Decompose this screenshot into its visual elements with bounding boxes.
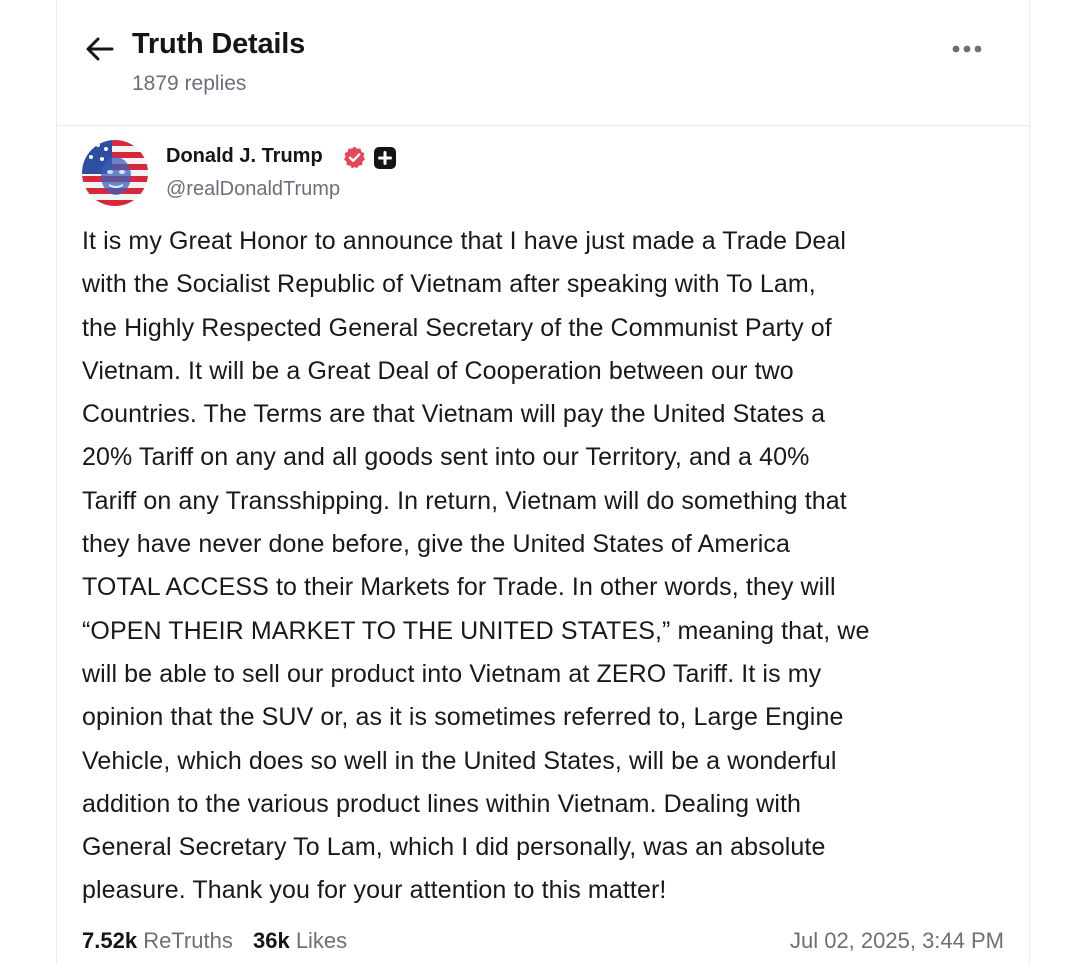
likes-stat[interactable]: 36k Likes — [253, 928, 347, 954]
post-timestamp: Jul 02, 2025, 3:44 PM — [789, 928, 1004, 953]
author-handle[interactable]: @realDonaldTrump — [166, 178, 340, 201]
page-header: Truth Details 1879 replies — [83, 24, 993, 104]
likes-count: 36k — [252, 928, 290, 953]
retruths-count: 7.52k — [82, 928, 138, 953]
page-title: Truth Details — [132, 28, 306, 60]
post-stats: 7.52k ReTruths 36k Likes — [82, 928, 361, 954]
retruths-label: ReTruths — [143, 928, 233, 953]
verified-badge-icon — [344, 146, 365, 169]
arrow-left-icon — [86, 37, 114, 61]
plus-badge-icon — [374, 147, 396, 169]
more-horizontal-icon — [952, 45, 982, 53]
likes-label: Likes — [295, 928, 348, 953]
avatar-image — [82, 140, 148, 206]
avatar[interactable] — [82, 140, 148, 206]
post-text: It is my Great Honor to announce that I … — [82, 227, 870, 905]
back-button[interactable] — [83, 34, 117, 64]
more-options-button[interactable] — [947, 34, 987, 64]
reply-count: 1879 replies — [132, 72, 247, 95]
retruths-stat[interactable]: 7.52k ReTruths — [82, 928, 233, 954]
author-name[interactable]: Donald J. Trump — [166, 145, 323, 168]
